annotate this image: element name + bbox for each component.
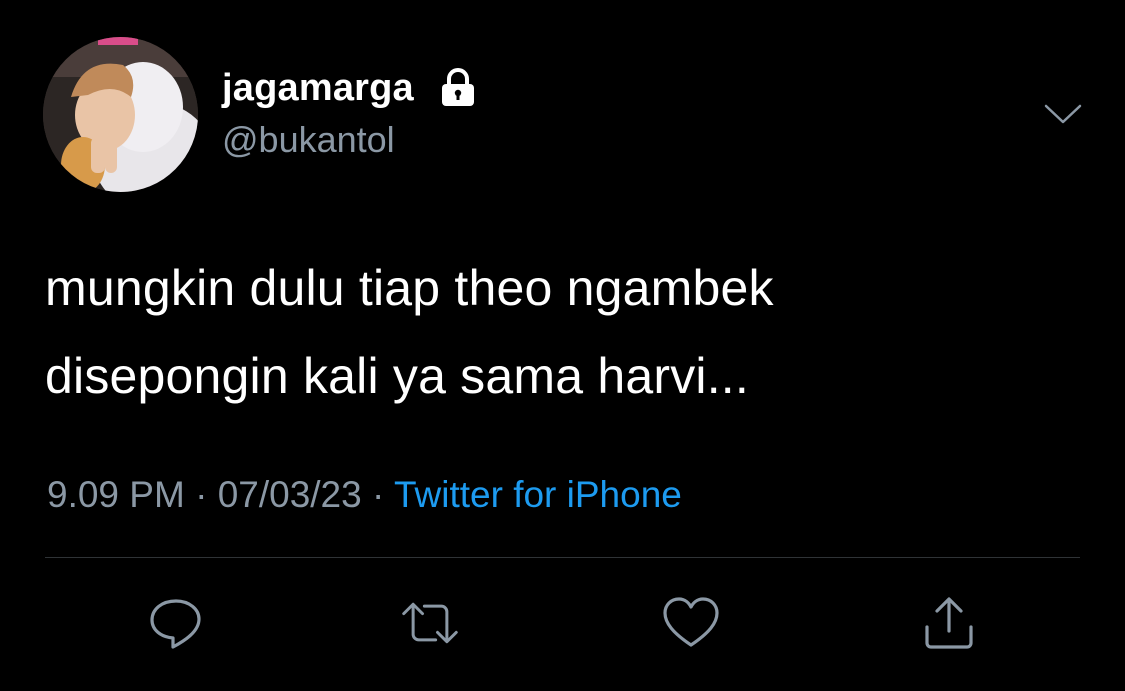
share-icon [925, 597, 973, 649]
avatar-photo [43, 37, 198, 192]
tweet-text-line: mungkin dulu tiap theo ngambek [45, 260, 774, 316]
tweet-meta: 9.09 PM · 07/03/23 · Twitter for iPhone [47, 474, 682, 516]
tweet-time[interactable]: 9.09 PM [47, 474, 185, 515]
display-name[interactable]: jagamarga [222, 67, 414, 110]
tweet-text: mungkin dulu tiap theo ngambek disepongi… [45, 244, 1085, 420]
meta-separator: · [372, 474, 385, 515]
like-button[interactable] [661, 595, 721, 651]
meta-separator: · [195, 474, 208, 515]
user-name-row: jagamarga [222, 62, 480, 114]
reply-button[interactable] [146, 595, 206, 651]
divider [45, 557, 1080, 558]
tweet-source-link[interactable]: Twitter for iPhone [394, 474, 682, 515]
tweet-card: jagamarga @bukantol mungkin dulu tiap th… [0, 0, 1125, 691]
tweet-text-line: disepongin kali ya sama harvi... [45, 348, 749, 404]
retweet-icon [402, 602, 458, 644]
user-handle[interactable]: @bukantol [222, 119, 395, 161]
lock-icon [436, 66, 480, 110]
chevron-down-icon[interactable] [1040, 98, 1086, 132]
reply-icon [150, 599, 201, 649]
tweet-date[interactable]: 07/03/23 [218, 474, 362, 515]
avatar[interactable] [43, 37, 198, 192]
share-button[interactable] [919, 595, 979, 651]
retweet-button[interactable] [400, 595, 460, 651]
heart-icon [663, 597, 719, 647]
